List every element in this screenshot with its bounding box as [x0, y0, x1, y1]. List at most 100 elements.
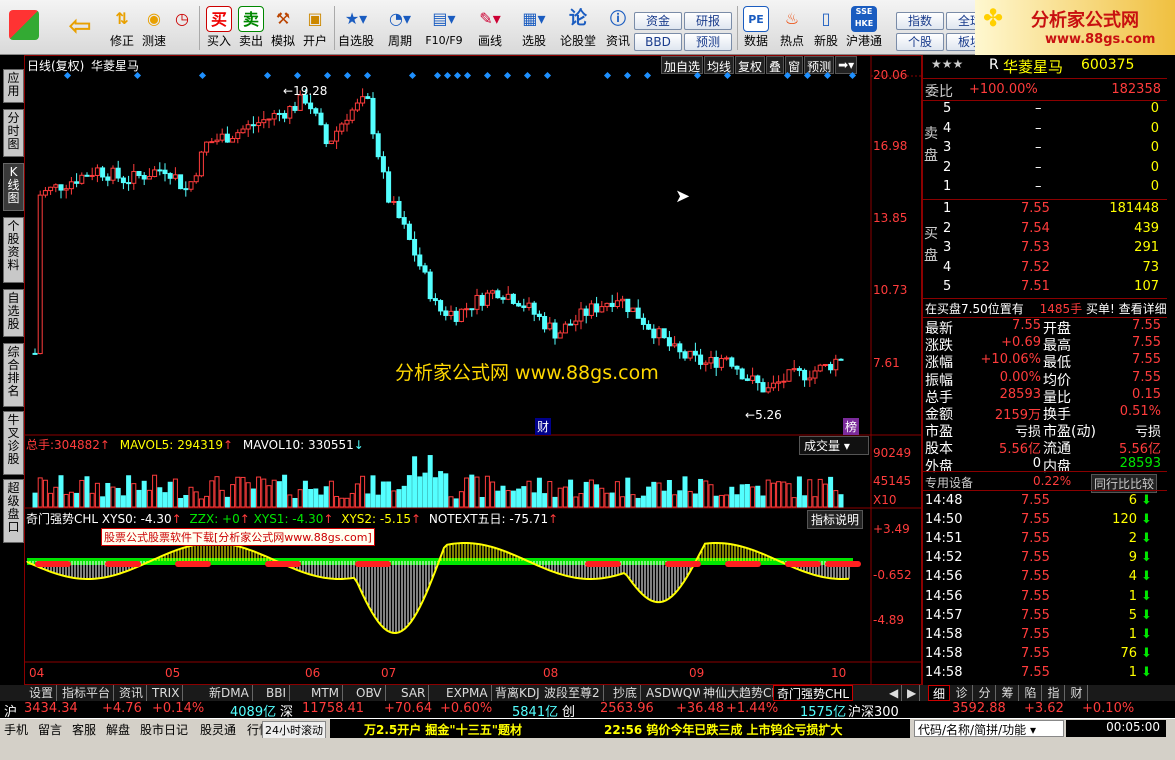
simulate-button[interactable]: ⚒ 模拟	[265, 2, 301, 52]
bottom-button[interactable]: 解盘	[106, 721, 130, 738]
month-label: 07	[381, 666, 397, 680]
indicator-tab[interactable]: TRIX	[149, 685, 184, 701]
bottom-button[interactable]: 留言	[38, 721, 62, 738]
forecast-button[interactable]: 预测	[684, 33, 732, 51]
watchlist-button[interactable]: ★▾ 自选股	[336, 2, 376, 52]
fund-button[interactable]: 资金	[634, 12, 682, 30]
indicator-tab[interactable]: 设置	[26, 685, 58, 701]
data-button[interactable]: PE 数据	[738, 2, 774, 52]
indicator-tab[interactable]: 奇门强势CHL	[773, 685, 854, 701]
indicator-tab[interactable]: OBV	[353, 685, 386, 701]
new-stock-button[interactable]: ▯ 新股	[808, 2, 844, 52]
down-arrow-icon: ⬇	[1141, 645, 1152, 661]
down-arrow-icon: ⬇	[1141, 550, 1152, 566]
indicator-tab[interactable]: 指标平台	[59, 685, 115, 701]
indicator-dropdown[interactable]: 成交量 ▾	[799, 436, 869, 455]
bottom-button[interactable]: 股灵通	[200, 721, 236, 738]
index-button[interactable]: 指数	[896, 12, 944, 30]
view-detail-link[interactable]: 查看详细	[1119, 302, 1167, 316]
info-icon: ⓘ	[609, 9, 626, 28]
tab-app[interactable]: 应用	[3, 69, 24, 103]
tab-company-info[interactable]: 个股资料	[3, 217, 24, 283]
month-label: 05	[165, 666, 181, 680]
bbd-button[interactable]: BBD	[634, 33, 682, 51]
hot-button[interactable]: ♨ 热点	[774, 2, 810, 52]
hot-icon: ♨	[784, 9, 800, 28]
indicator-tab[interactable]: 抄底	[610, 685, 642, 701]
tab-kline[interactable]: K线图	[3, 163, 24, 211]
month-label: 08	[543, 666, 559, 680]
clock-button[interactable]: ◷	[164, 2, 200, 52]
price-tick: 10.73	[873, 283, 908, 297]
stat-row: 总手 28593 量比 0.15	[925, 386, 1161, 406]
lungutang-button[interactable]: 论论股堂	[558, 2, 598, 52]
volume-legend: 总手:304882↑ MAVOL5: 294319↑ MAVOL10: 3305…	[26, 438, 364, 452]
indicator-help-button[interactable]: 指标说明	[807, 510, 864, 529]
finance-badge[interactable]: 财	[535, 418, 552, 435]
right-panel-tab[interactable]: 细	[928, 685, 950, 701]
right-panel-tab[interactable]: 财	[1066, 685, 1088, 701]
f10-button[interactable]: ▤▾ F10/F9	[422, 2, 466, 52]
info-button[interactable]: ⓘ 资讯	[600, 2, 636, 52]
market-status-bar: 沪 3434.34 +4.76 +0.14% 4089亿 深 11758.41 …	[0, 701, 1175, 720]
stock-code: 600375	[1081, 57, 1135, 73]
sell-row: 3–0	[943, 140, 1159, 156]
indicator-tab[interactable]: MTM	[308, 685, 344, 701]
indicator-tick: +3.49	[873, 522, 910, 536]
weibi-value: +100.00%	[969, 82, 1038, 97]
back-button[interactable]: ⇦	[60, 2, 100, 52]
mouse-cursor-icon: ➤	[675, 186, 691, 207]
tab-super-panel[interactable]: 超级盘口	[3, 479, 24, 543]
tick-row: 14:48 7.55 6 ⬇	[925, 493, 1152, 508]
indicator-tab[interactable]: 背离KDJ	[492, 685, 544, 701]
right-panel-tab[interactable]: 筹	[997, 685, 1019, 701]
news-ticker[interactable]: 万2.5开户 掘金"十三五"题材 22:56 钨价今年已跌三成 上市钨企亏损扩大	[330, 719, 910, 738]
scroll-right-icon[interactable]: ▶	[904, 685, 921, 701]
indicator-tab[interactable]: 波段至尊2	[541, 685, 604, 701]
indicator-tab[interactable]: SAR	[398, 685, 430, 701]
app-menu-icon[interactable]	[4, 2, 44, 52]
search-input[interactable]: 代码/名称/简拼/功能 ▾	[914, 720, 1064, 737]
tab-ranking[interactable]: 综合排名	[3, 343, 24, 407]
indicator-tab[interactable]: 资讯	[116, 685, 148, 701]
buy-row: 1 7.55 181448	[943, 201, 1159, 216]
bottom-button[interactable]: 股市日记	[140, 721, 188, 738]
indicator-tab[interactable]: 新DMA	[206, 685, 253, 701]
indicator-tab[interactable]: EXPMA	[443, 685, 492, 701]
bottom-button[interactable]: 手机	[4, 721, 28, 738]
indicator-tab[interactable]: ASDWQW	[643, 685, 709, 701]
right-panel-tab[interactable]: 分	[974, 685, 996, 701]
tick-row: 14:57 7.55 5 ⬇	[925, 607, 1152, 623]
tab-diagnosis[interactable]: 牛叉诊股	[3, 411, 24, 475]
right-panel-tab[interactable]: 诊	[951, 685, 973, 701]
period-button[interactable]: ◔▾ 周期	[380, 2, 420, 52]
sell-button[interactable]: 卖卖出	[233, 2, 269, 52]
price-tick: 13.85	[873, 211, 908, 225]
stock-select-button[interactable]: ▦▾ 选股	[514, 2, 554, 52]
open-account-button[interactable]: ▣ 开户	[297, 2, 333, 52]
lock-icon: ▣	[307, 9, 323, 28]
correct-button[interactable]: ⇅ 修正	[104, 2, 140, 52]
right-panel-tab[interactable]: 陷	[1020, 685, 1042, 701]
tab-watchlist[interactable]: 自选股	[3, 289, 24, 337]
indicator-tab[interactable]: BBI	[263, 685, 291, 701]
ranking-badge[interactable]: 榜	[843, 418, 860, 435]
tab-timeshare[interactable]: 分时图	[3, 109, 24, 157]
right-panel-tab[interactable]: 指	[1043, 685, 1065, 701]
bottom-button[interactable]: 客服	[72, 721, 96, 738]
month-label: 04	[29, 666, 45, 680]
indicator-legend: 奇门强势CHL XYS0: -4.30↑ ZZX: +0↑ XYS1: -4.3…	[26, 512, 559, 526]
ad-banner[interactable]: 股票公式股票软件下载[分析家公式网www.88gs.com]	[101, 528, 375, 546]
hs300-index: 3592.88	[952, 701, 1006, 716]
research-button[interactable]: 研报	[684, 12, 732, 30]
price-tick: 7.61	[873, 356, 900, 370]
ticker-label[interactable]: 24小时滚动	[262, 721, 326, 739]
draw-line-button[interactable]: ✎▾ 画线	[470, 2, 510, 52]
scroll-left-icon[interactable]: ◀	[886, 685, 903, 701]
pencil-icon: ✎▾	[479, 9, 501, 28]
stat-row: 涨幅 +10.06% 最低 7.55	[925, 352, 1161, 372]
single-stock-button[interactable]: 个股	[896, 33, 944, 51]
sh-hk-connect-button[interactable]: SSE HKE 沪港通	[844, 2, 884, 52]
sector-label[interactable]: 专用设备	[925, 474, 973, 491]
buy-button[interactable]: 买买入	[201, 2, 237, 52]
